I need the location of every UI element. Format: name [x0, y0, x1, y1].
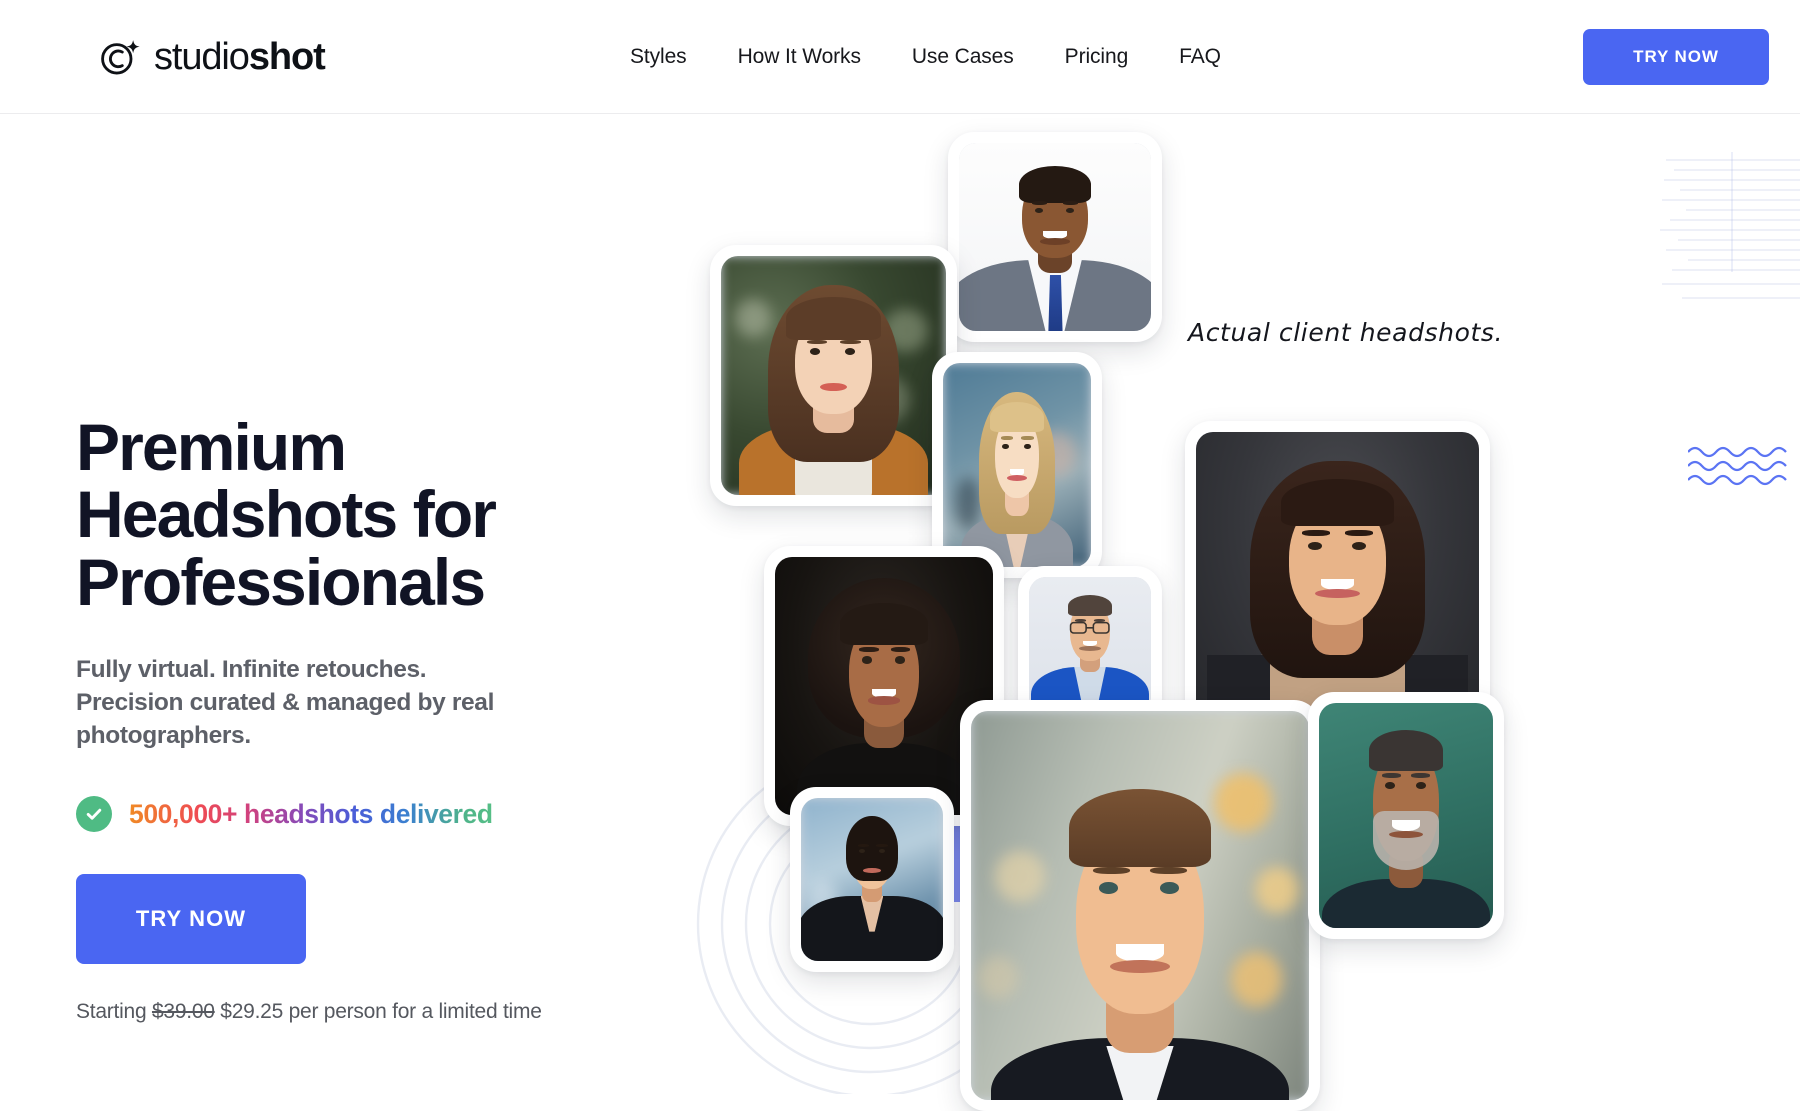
- hero-subtitle: Fully virtual. Infinite retouches. Preci…: [76, 653, 596, 752]
- pricing-note: Starting $39.00 $29.25 per person for a …: [76, 1000, 676, 1024]
- landing-page: studioshot Styles How It Works Use Cases…: [0, 0, 1800, 1111]
- delivered-stat: 500,000+ headshots delivered: [76, 796, 676, 833]
- price-suffix: per person for a limited time: [288, 1000, 542, 1024]
- header-try-now-button[interactable]: TRY NOW: [1583, 28, 1769, 85]
- logo-word-shot: shot: [248, 35, 326, 78]
- photo-woman-blonde-grey-top[interactable]: [932, 352, 1102, 578]
- hero-subtitle-line-2: Precision curated & managed by real: [76, 689, 495, 716]
- nav-item-faq[interactable]: FAQ: [1179, 45, 1221, 69]
- hero-subtitle-line-3: photographers.: [76, 722, 251, 750]
- glasses-icon: [1070, 622, 1110, 634]
- hero-subtitle-line-1: Fully virtual. Infinite retouches.: [76, 655, 427, 683]
- price-discounted: $29.25: [220, 1000, 284, 1024]
- decorative-wave-lines: [1688, 446, 1787, 486]
- main-navigation: Styles How It Works Use Cases Pricing FA…: [630, 45, 1221, 69]
- photo-man-suit-blue-tie[interactable]: [948, 132, 1162, 342]
- hero-try-now-button[interactable]: TRY NOW: [76, 874, 306, 965]
- photo-woman-dark-bg-tan-blazer[interactable]: [1185, 421, 1490, 736]
- photo-woman-tan-coat[interactable]: [710, 245, 957, 506]
- nav-item-pricing[interactable]: Pricing: [1065, 45, 1129, 69]
- hero-title-line-3: Professionals: [76, 544, 486, 619]
- page-title: Premium Headshots for Professionals: [76, 413, 676, 619]
- hero-title-line-1: Premium: [76, 410, 347, 484]
- logo-word-studio: studio: [154, 35, 250, 78]
- logo[interactable]: studioshot: [98, 35, 326, 79]
- decorative-lines-pattern: [1660, 152, 1800, 299]
- hero-title-line-2: Headshots for: [76, 477, 497, 552]
- headshot-collage: Actual client headshots.: [660, 114, 1800, 1111]
- photo-woman-black-suit-office[interactable]: [790, 787, 954, 972]
- photo-man-grey-beard-green-bg[interactable]: [1308, 692, 1504, 939]
- logo-wordmark: studioshot: [154, 35, 326, 78]
- hero-copy: Premium Headshots for Professionals Full…: [76, 413, 676, 1024]
- delivered-count-label: 500,000+ headshots delivered: [129, 798, 493, 829]
- studioshot-lens-sparkle-icon: [101, 39, 140, 74]
- nav-item-styles[interactable]: Styles: [630, 45, 687, 69]
- check-circle-icon: [76, 796, 112, 833]
- site-header: studioshot Styles How It Works Use Cases…: [0, 0, 1800, 114]
- price-original: $39.00: [151, 1000, 215, 1024]
- photo-man-brown-hair-bokeh[interactable]: [960, 700, 1320, 1111]
- nav-item-use-cases[interactable]: Use Cases: [912, 45, 1014, 69]
- collage-annotation: Actual client headshots.: [1188, 318, 1504, 347]
- nav-item-how-it-works[interactable]: How It Works: [738, 45, 861, 69]
- price-prefix: Starting: [76, 1000, 147, 1024]
